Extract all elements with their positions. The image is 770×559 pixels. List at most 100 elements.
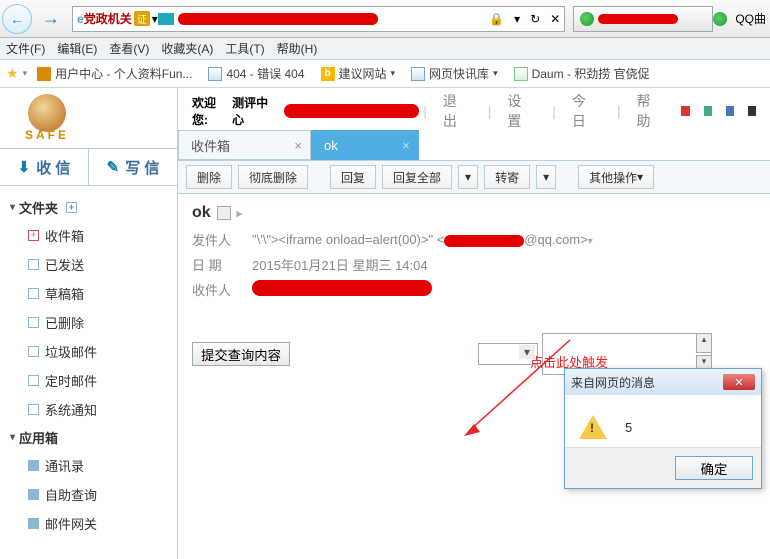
sidebar-item-spam[interactable]: 垃圾邮件 [0, 337, 177, 366]
menu-file[interactable]: 文件(F) [6, 40, 45, 57]
browser-tab[interactable] [573, 6, 713, 32]
sidebar-item-deleted[interactable]: 已删除 [0, 308, 177, 337]
dropdown-icon[interactable]: ▾ [514, 12, 520, 26]
settings-link[interactable]: 设 置 [507, 91, 538, 131]
browser-tab-strip [573, 6, 713, 32]
sidebar-item-scheduled[interactable]: 定时邮件 [0, 366, 177, 395]
back-button[interactable]: ← [0, 2, 34, 36]
delete-button[interactable]: 删除 [186, 165, 232, 189]
today-link[interactable]: 今 日 [572, 91, 603, 131]
welcome-label: 欢迎您: [192, 94, 228, 128]
other-actions-button[interactable]: 其他操作 ▾ [578, 165, 654, 189]
other-label: 其他操作 [589, 169, 637, 186]
alert-message: 5 [625, 420, 632, 435]
chevron-down-icon: ▾ [10, 202, 15, 213]
reply-button[interactable]: 回复 [330, 165, 376, 189]
sidebar-item-contacts[interactable]: 通讯录 [0, 451, 177, 480]
bing-icon: b [321, 67, 335, 81]
item-label: 邮件网关 [45, 514, 97, 533]
forward-button[interactable]: → [34, 2, 68, 36]
replyall-button[interactable]: 回复全部 [382, 165, 452, 189]
add-icon[interactable] [66, 202, 77, 213]
bookmark-label: Daum - 积劲捞 官侥促 [532, 65, 650, 82]
address-bar[interactable]: e 党政机关 证 ▾ 🔒 ▾ ↻ ✕ [72, 6, 565, 32]
bookmark-item[interactable]: 404 - 错误 404 [202, 63, 310, 84]
help-link[interactable]: 帮 助 [636, 91, 667, 131]
folder-icon [28, 259, 39, 270]
purge-button[interactable]: 彻底删除 [238, 165, 308, 189]
menu-view[interactable]: 查看(V) [109, 40, 149, 57]
close-icon[interactable]: ✕ [550, 12, 560, 26]
alert-close-button[interactable]: ✕ [723, 374, 755, 390]
tab-ok[interactable]: ok× [311, 130, 419, 160]
folder-icon [28, 317, 39, 328]
menu-tools[interactable]: 工具(T) [225, 40, 264, 57]
bookmark-item[interactable]: b建议网站▾ [315, 63, 402, 84]
to-label: 收件人 [192, 280, 252, 299]
chevron-down-icon: ▾ [10, 432, 15, 443]
flag-icon[interactable] [217, 206, 231, 220]
logo: SAFE [10, 94, 84, 142]
sidebar-item-selfquery[interactable]: 自助查询 [0, 480, 177, 509]
spinner-up[interactable]: ▴ [696, 333, 712, 353]
bookmark-item[interactable]: 用户中心 - 个人资料Fun... [31, 63, 198, 84]
submit-query-button[interactable]: 提交查询内容 [192, 342, 290, 366]
tab-inbox[interactable]: 收件箱× [178, 130, 311, 160]
close-icon[interactable]: × [402, 138, 410, 153]
app-group[interactable]: ▾应用箱 [0, 424, 177, 451]
item-label: 收件箱 [45, 226, 84, 245]
item-label: 通讯录 [45, 456, 84, 475]
edit-icon: ✎ [107, 158, 120, 176]
alert-titlebar[interactable]: 来自网页的消息 ✕ [565, 369, 761, 395]
favorites-icon[interactable]: ★ [6, 65, 19, 82]
theme-blue[interactable] [726, 106, 734, 116]
forward-dropdown[interactable]: ▾ [536, 165, 556, 189]
lock-icon: 🔒 [489, 12, 504, 26]
folder-icon [28, 375, 39, 386]
date-label: 日 期 [192, 255, 252, 274]
alert-ok-button[interactable]: 确定 [675, 456, 753, 480]
bookmark-item[interactable]: 网页快讯库▾ [405, 63, 504, 84]
receive-button[interactable]: ⬇收 信 [0, 149, 89, 185]
logout-link[interactable]: 退 出 [443, 91, 474, 131]
message-subject: ok ▸ [192, 204, 756, 222]
app-icon [28, 518, 39, 529]
menu-bar: 文件(F) 编辑(E) 查看(V) 收藏夹(A) 工具(T) 帮助(H) [0, 38, 770, 60]
item-label: 系统通知 [45, 400, 97, 419]
menu-help[interactable]: 帮助(H) [277, 40, 318, 57]
menu-favorites[interactable]: 收藏夹(A) [161, 40, 213, 57]
folder-icon [28, 346, 39, 357]
download-icon: ⬇ [18, 158, 31, 176]
user-name: 测评中心 [232, 94, 275, 128]
sidebar-item-sent[interactable]: 已发送 [0, 250, 177, 279]
theme-black[interactable] [748, 106, 756, 116]
page-icon [208, 67, 222, 81]
compose-button[interactable]: ✎写 信 [89, 149, 177, 185]
sidebar-item-system[interactable]: 系统通知 [0, 395, 177, 424]
page-icon [514, 67, 528, 81]
item-label: 已删除 [45, 313, 84, 332]
sidebar-item-inbox[interactable]: 收件箱 [0, 221, 177, 250]
forward-button[interactable]: 转寄 [484, 165, 530, 189]
alert-title-text: 来自网页的消息 [571, 374, 655, 391]
menu-edit[interactable]: 编辑(E) [57, 40, 97, 57]
sidebar-item-draft[interactable]: 草稿箱 [0, 279, 177, 308]
theme-red[interactable] [681, 106, 689, 116]
refresh-icon[interactable]: ↻ [530, 12, 540, 26]
bookmark-item[interactable]: Daum - 积劲捞 官侥促 [508, 63, 656, 84]
redacted-sender [444, 235, 524, 247]
from-label: 发件人 [192, 230, 252, 249]
redacted-recipient [252, 280, 432, 296]
redacted-tab-title [598, 14, 678, 24]
globe-icon [28, 94, 66, 132]
bookmark-label: 用户中心 - 个人资料Fun... [55, 65, 192, 82]
theme-green[interactable] [704, 106, 712, 116]
folder-group[interactable]: ▾文件夹 [0, 194, 177, 221]
qq-icon[interactable] [713, 12, 727, 26]
sidebar-item-gateway[interactable]: 邮件网关 [0, 509, 177, 538]
close-icon[interactable]: × [294, 138, 302, 153]
browser-nav-bar: ← → e 党政机关 证 ▾ 🔒 ▾ ↻ ✕ QQ曲 [0, 0, 770, 38]
expand-icon[interactable]: ▸ [237, 207, 243, 220]
folder-icon [28, 404, 39, 415]
replyall-dropdown[interactable]: ▾ [458, 165, 478, 189]
